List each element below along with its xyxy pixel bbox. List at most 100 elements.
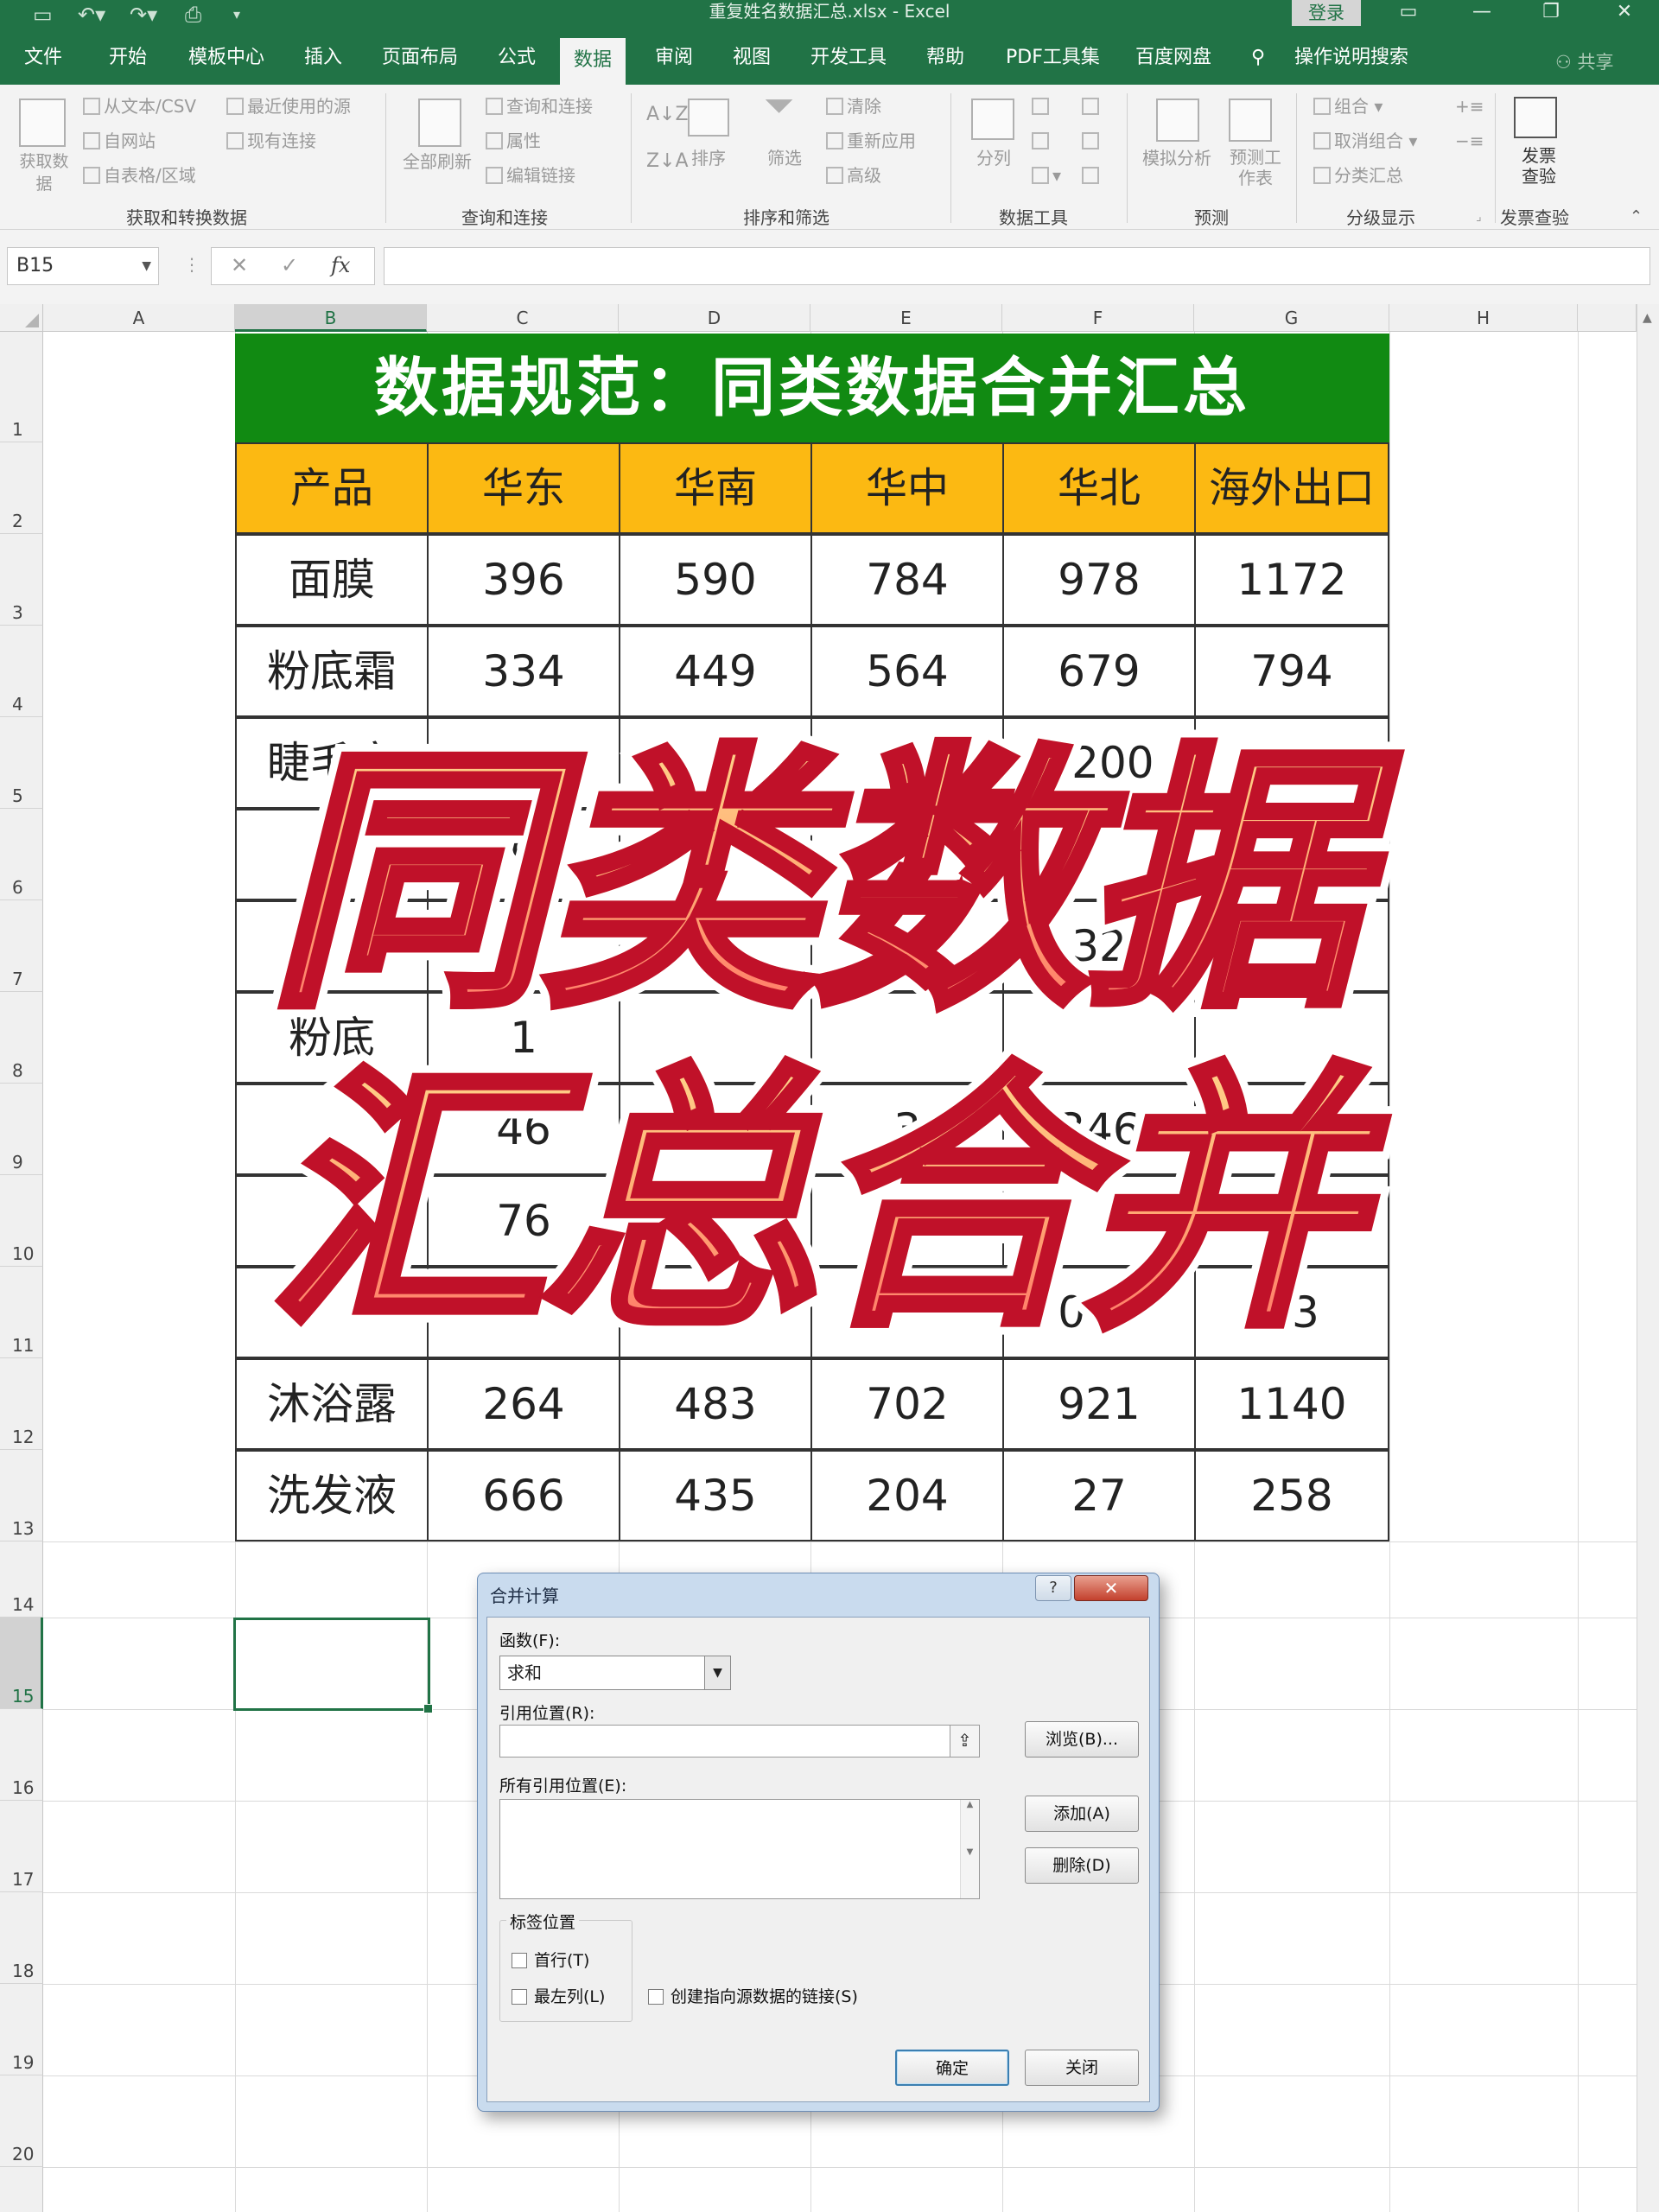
minimize-icon[interactable]: — [1456, 0, 1508, 26]
column-header-g[interactable]: G [1194, 304, 1389, 332]
table-header-cell[interactable]: 华南 [619, 442, 812, 534]
tab-template-center[interactable]: 模板中心 [188, 40, 264, 76]
row-header[interactable]: 4 [0, 626, 43, 717]
cancel-icon[interactable]: ✕ [231, 253, 248, 277]
column-header-h[interactable]: H [1389, 304, 1578, 332]
forecast-sheet-button[interactable]: 预测工作表 [1225, 147, 1286, 188]
close-icon[interactable]: ✕ [1074, 1575, 1148, 1601]
relationships-icon[interactable] [1082, 130, 1103, 152]
table-title[interactable]: 数据规范：同类数据合并汇总 [235, 334, 1389, 442]
value-cell[interactable]: 396 [427, 534, 620, 626]
scroll-up-icon[interactable]: ▲ [1643, 311, 1652, 325]
row-header[interactable]: 3 [0, 534, 43, 626]
row-header[interactable]: 14 [0, 1541, 43, 1618]
table-header-cell[interactable]: 海外出口 [1194, 442, 1389, 534]
function-select[interactable]: 求和 ▼ [499, 1656, 731, 1690]
sort-descending-icon[interactable]: Z↓A [646, 150, 689, 173]
tab-file[interactable]: 文件 [24, 40, 62, 76]
remove-duplicates-icon[interactable] [1032, 130, 1052, 152]
row-header[interactable]: 15 [0, 1618, 43, 1709]
value-cell[interactable]: 1140 [1194, 1358, 1389, 1450]
value-cell[interactable]: 679 [1002, 626, 1196, 717]
forecast-sheet-icon[interactable] [1229, 99, 1272, 142]
checkbox-box[interactable] [512, 1953, 527, 1968]
clear-filter-button[interactable]: 清除 [826, 95, 881, 118]
ribbon-display-icon[interactable]: ▭ [1382, 0, 1434, 26]
tab-baidu-netdisk[interactable]: 百度网盘 [1135, 40, 1211, 76]
get-data-icon[interactable] [19, 99, 66, 147]
add-button[interactable]: 添加(A) [1025, 1796, 1139, 1832]
from-web-button[interactable]: 自网站 [83, 130, 156, 152]
table-header-cell[interactable]: 华中 [810, 442, 1004, 534]
data-model-icon[interactable] [1082, 164, 1103, 187]
value-cell[interactable]: 258 [1194, 1450, 1389, 1541]
flash-fill-icon[interactable] [1032, 95, 1052, 118]
browse-button[interactable]: 浏览(B)... [1025, 1721, 1139, 1758]
row-header[interactable]: 17 [0, 1801, 43, 1892]
checkbox-box[interactable] [648, 1989, 664, 2005]
sort-button[interactable]: 排序 [691, 147, 726, 169]
refresh-all-icon[interactable] [418, 99, 461, 147]
value-cell[interactable]: 666 [427, 1450, 620, 1541]
group-button[interactable]: 组合 ▾ [1313, 95, 1382, 118]
column-header-f[interactable]: F [1002, 304, 1194, 332]
column-header-b[interactable]: B [235, 304, 427, 332]
sort-ascending-icon[interactable]: A↓Z [646, 104, 689, 126]
value-cell[interactable]: 590 [619, 534, 812, 626]
restore-icon[interactable]: ❐ [1525, 0, 1577, 26]
ungroup-button[interactable]: 取消组合 ▾ [1313, 130, 1417, 152]
tab-view[interactable]: 视图 [733, 40, 771, 76]
row-header[interactable]: 5 [0, 717, 43, 809]
tab-formulas[interactable]: 公式 [498, 40, 536, 76]
tab-developer[interactable]: 开发工具 [810, 40, 887, 76]
value-cell[interactable]: 784 [810, 534, 1004, 626]
product-cell[interactable]: 粉底霜 [235, 626, 429, 717]
checkbox-box[interactable] [512, 1989, 527, 2005]
left-column-checkbox[interactable]: 最左列(L) [512, 1984, 605, 2007]
value-cell[interactable]: 334 [427, 626, 620, 717]
row-header[interactable]: 19 [0, 1984, 43, 2075]
close-window-icon[interactable]: ✕ [1599, 0, 1650, 26]
value-cell[interactable]: 921 [1002, 1358, 1196, 1450]
row-header[interactable]: 16 [0, 1709, 43, 1801]
refresh-all-button[interactable]: 全部刷新 [403, 150, 472, 173]
active-cell[interactable] [233, 1618, 433, 1713]
recent-sources-button[interactable]: 最近使用的源 [226, 95, 351, 118]
value-cell[interactable]: 264 [427, 1358, 620, 1450]
filter-button[interactable]: 筛选 [767, 147, 802, 169]
product-cell[interactable]: 沐浴露 [235, 1358, 429, 1450]
edit-links-button[interactable]: 编辑链接 [486, 164, 575, 187]
create-links-checkbox[interactable]: 创建指向源数据的链接(S) [648, 1984, 858, 2007]
column-header-a[interactable]: A [43, 304, 235, 332]
value-cell[interactable]: 564 [810, 626, 1004, 717]
tab-home[interactable]: 开始 [109, 40, 147, 76]
row-header[interactable]: 8 [0, 992, 43, 1084]
login-button[interactable]: 登录 [1292, 0, 1361, 26]
drag-handle-icon[interactable]: ⋮ [183, 254, 200, 275]
tab-pdf-tools[interactable]: PDF工具集 [1006, 40, 1100, 76]
tab-insert[interactable]: 插入 [304, 40, 342, 76]
value-cell[interactable]: 435 [619, 1450, 812, 1541]
row-header[interactable]: 20 [0, 2075, 43, 2167]
column-header-e[interactable]: E [810, 304, 1002, 332]
value-cell[interactable]: 204 [810, 1450, 1004, 1541]
row-header[interactable]: 11 [0, 1267, 43, 1358]
table-header-cell[interactable]: 产品 [235, 442, 429, 534]
value-cell[interactable]: 1172 [1194, 534, 1389, 626]
product-cell[interactable]: 面膜 [235, 534, 429, 626]
what-if-button[interactable]: 模拟分析 [1142, 147, 1211, 169]
product-cell[interactable]: 洗发液 [235, 1450, 429, 1541]
all-references-list[interactable]: ▲ ▼ [499, 1799, 980, 1899]
existing-connections-button[interactable]: 现有连接 [226, 130, 316, 152]
show-detail-icon[interactable]: +≡ [1455, 95, 1484, 118]
column-header-i[interactable] [1578, 304, 1637, 332]
select-all-corner[interactable] [0, 304, 43, 332]
data-validation-icon[interactable]: ▾ [1032, 164, 1061, 187]
close-dialog-button[interactable]: 关闭 [1025, 2050, 1139, 2086]
name-box[interactable]: B15 ▼ [7, 247, 159, 285]
dialog-launcher-icon[interactable]: ⌟ [1476, 206, 1482, 228]
row-header[interactable]: 7 [0, 900, 43, 992]
row-header[interactable]: 9 [0, 1084, 43, 1175]
what-if-icon[interactable] [1156, 99, 1199, 142]
row-header[interactable]: 6 [0, 809, 43, 900]
